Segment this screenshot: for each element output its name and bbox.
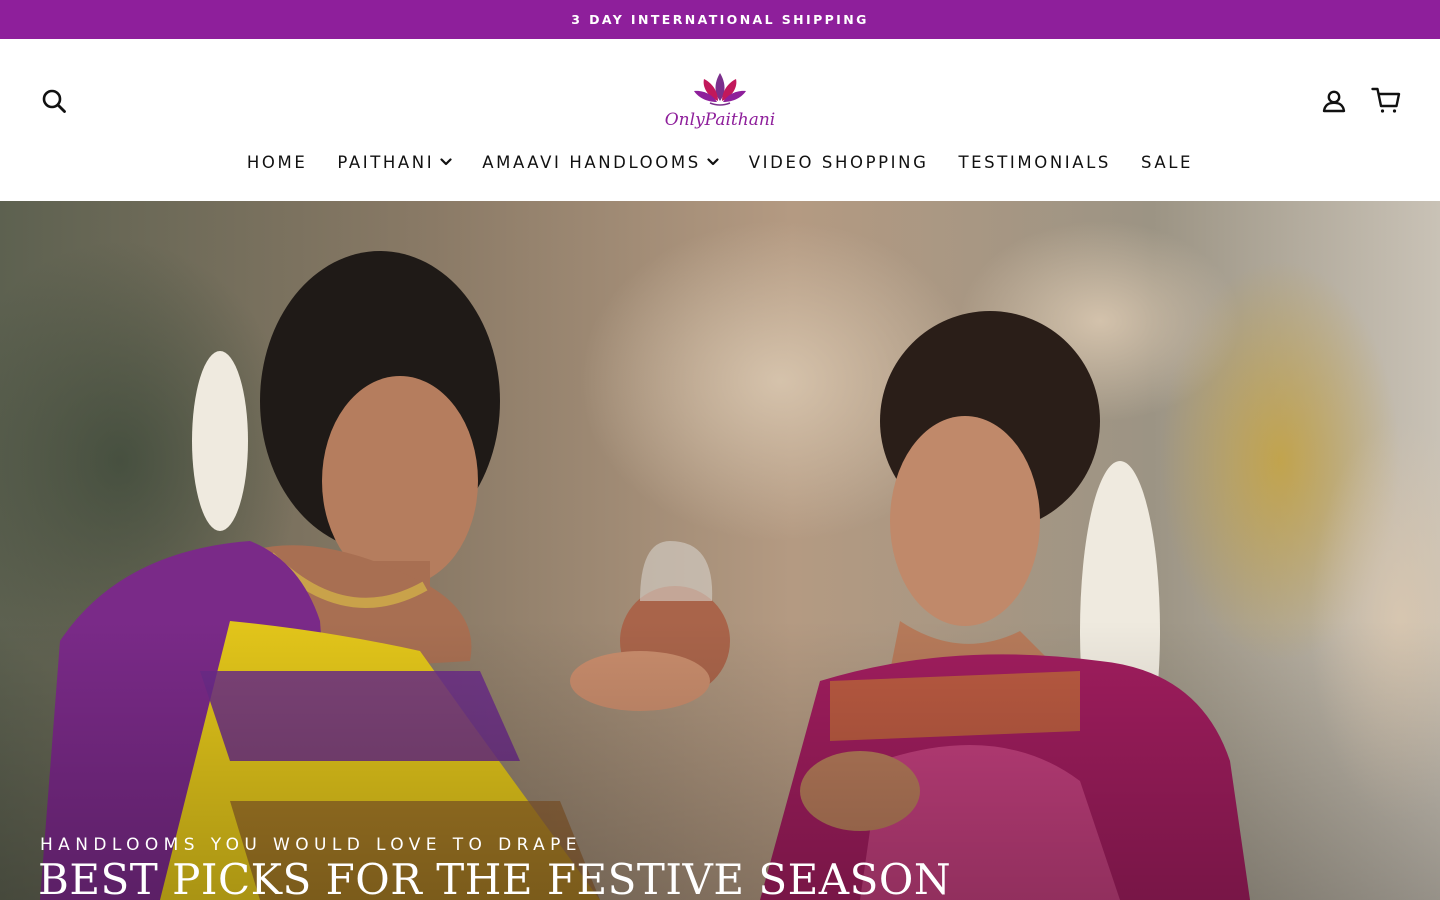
nav-item-paithani[interactable]: PAITHANI bbox=[322, 153, 467, 172]
nav-item-video-shopping[interactable]: VIDEO SHOPPING bbox=[734, 153, 944, 172]
nav-item-label: TESTIMONIALS bbox=[958, 152, 1111, 172]
nav-item-label: PAITHANI bbox=[337, 152, 435, 172]
cart-button[interactable] bbox=[1368, 82, 1404, 118]
nav-item-label: VIDEO SHOPPING bbox=[748, 152, 929, 172]
nav-item-sale[interactable]: SALE bbox=[1126, 153, 1208, 172]
logo-text: OnlyPaithani bbox=[665, 110, 775, 130]
nav-item-amaavi-handlooms[interactable]: AMAAVI HANDLOOMS bbox=[467, 153, 734, 172]
account-button[interactable] bbox=[1316, 83, 1352, 119]
nav-item-label: AMAAVI HANDLOOMS bbox=[482, 152, 701, 172]
main-nav: HOME PAITHANI AMAAVI HANDLOOMS VIDEO SHO… bbox=[0, 147, 1440, 177]
site-logo[interactable]: OnlyPaithani bbox=[660, 69, 780, 131]
announcement-bar: 3 DAY INTERNATIONAL SHIPPING bbox=[0, 0, 1440, 39]
nav-item-label: HOME bbox=[246, 152, 308, 172]
search-button[interactable] bbox=[36, 83, 72, 119]
hero-overlay bbox=[0, 201, 1440, 900]
nav-item-testimonials[interactable]: TESTIMONIALS bbox=[943, 153, 1126, 172]
announcement-text: 3 DAY INTERNATIONAL SHIPPING bbox=[571, 12, 869, 27]
hero-subtitle: HANDLOOMS YOU WOULD LOVE TO DRAPE bbox=[40, 835, 582, 855]
chevron-down-icon bbox=[707, 158, 719, 166]
search-icon bbox=[41, 88, 67, 114]
nav-item-home[interactable]: HOME bbox=[232, 153, 322, 172]
site-header: OnlyPaithani HOME PAITHANI AMAAVI HANDLO… bbox=[0, 39, 1440, 201]
hero-title: BEST PICKS FOR THE FESTIVE SEASON bbox=[38, 855, 952, 900]
user-icon bbox=[1321, 88, 1347, 114]
chevron-down-icon bbox=[440, 158, 452, 166]
nav-item-label: SALE bbox=[1140, 152, 1194, 172]
hero-banner[interactable]: HANDLOOMS YOU WOULD LOVE TO DRAPE BEST P… bbox=[0, 201, 1440, 900]
cart-icon bbox=[1371, 86, 1401, 114]
